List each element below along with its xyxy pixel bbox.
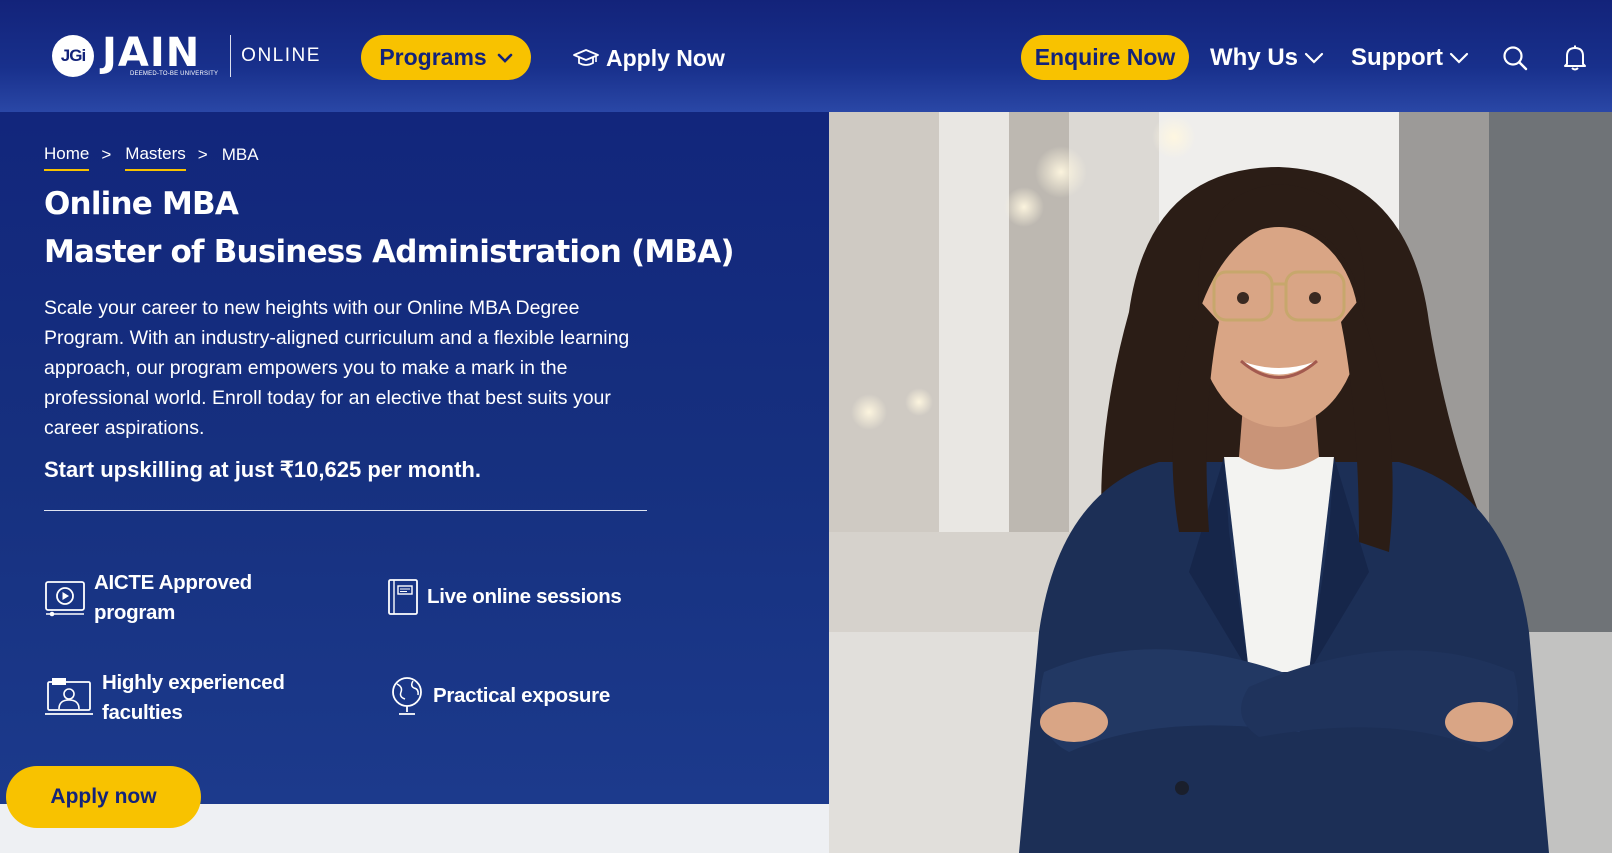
support-label: Support — [1351, 44, 1443, 71]
logo-divider — [230, 35, 232, 77]
breadcrumb: Home > Masters > MBA — [44, 144, 259, 171]
program-description: Scale your career to new heights with ou… — [44, 297, 630, 439]
jgi-logo-mark: JGi — [52, 35, 94, 77]
price-line: Start upskilling at just ₹10,625 per mon… — [44, 457, 481, 482]
search-button[interactable] — [1501, 44, 1529, 72]
apply-now-button[interactable]: Apply now — [6, 766, 201, 828]
bell-icon — [1564, 45, 1586, 71]
breadcrumb-masters[interactable]: Masters — [125, 144, 186, 171]
section-divider — [44, 510, 647, 511]
chevron-down-icon — [1449, 52, 1469, 64]
video-screen-icon — [45, 581, 85, 617]
breadcrumb-home[interactable]: Home — [44, 144, 90, 171]
teacher-screen-icon — [45, 678, 93, 715]
page-subtitle: Master of Business Administration (MBA) — [44, 234, 735, 270]
page-title: Online MBA — [44, 186, 239, 222]
logo-wordmark: JAIN — [102, 29, 201, 76]
logo-online-text: ONLINE — [241, 45, 321, 66]
breadcrumb-separator: > — [197, 145, 208, 164]
support-menu[interactable]: Support — [1351, 40, 1469, 76]
notifications-button[interactable] — [1561, 44, 1589, 72]
breadcrumb-current: MBA — [221, 145, 259, 164]
notebook-icon — [388, 579, 418, 615]
graduation-cap-icon — [573, 49, 599, 66]
search-icon — [1503, 46, 1528, 71]
feature-label: Practical exposure — [433, 684, 610, 707]
programs-label: Programs — [379, 44, 487, 70]
globe-icon — [392, 677, 422, 715]
feature-label: Highly experienced faculties — [102, 671, 285, 724]
chevron-down-icon — [497, 53, 512, 63]
why-us-label: Why Us — [1210, 44, 1299, 71]
woman-portrait-image — [829, 112, 1612, 853]
apply-now-link[interactable]: Apply Now — [572, 40, 725, 76]
top-navbar: JGi JAIN DEEMED-TO-BE UNIVERSITY ONLINE … — [0, 0, 1612, 112]
feature-label: AICTE Approved program — [94, 571, 252, 624]
breadcrumb-separator: > — [101, 145, 112, 164]
apply-now-label: Apply Now — [606, 44, 725, 71]
feature-live-sessions: Live online sessions — [387, 577, 622, 617]
logo-subtitle: DEEMED-TO-BE UNIVERSITY — [130, 70, 219, 77]
feature-faculties: Highly experienced faculties — [44, 668, 292, 728]
feature-practical-exposure: Practical exposure — [389, 675, 610, 717]
chevron-down-icon — [1304, 52, 1324, 64]
jain-online-logo[interactable]: JGi JAIN DEEMED-TO-BE UNIVERSITY ONLINE — [52, 29, 321, 78]
why-us-menu[interactable]: Why Us — [1210, 40, 1324, 76]
programs-dropdown-button[interactable]: Programs — [361, 35, 531, 80]
feature-aicte: AICTE Approved program — [44, 568, 254, 628]
hero-photo — [829, 112, 1612, 853]
enquire-now-button[interactable]: Enquire Now — [1021, 35, 1189, 80]
feature-label: Live online sessions — [427, 585, 622, 608]
